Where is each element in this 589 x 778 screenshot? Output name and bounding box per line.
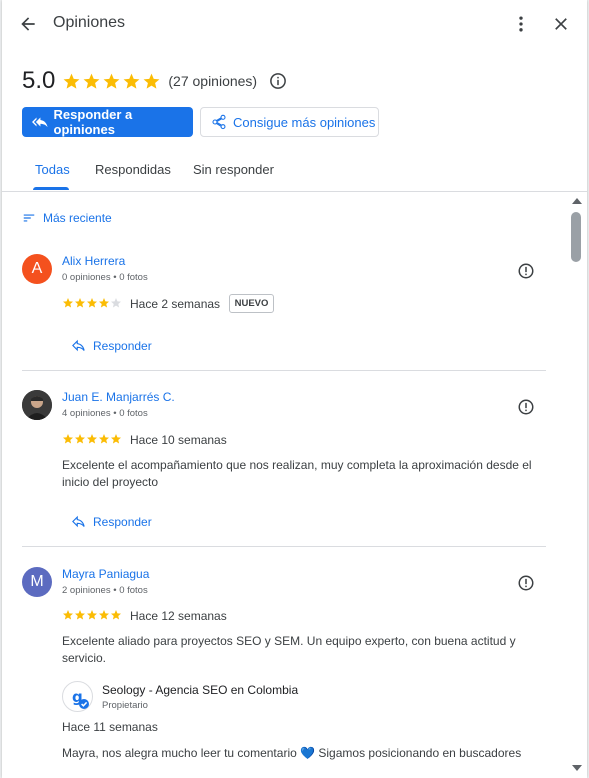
summary-stars [62,72,161,91]
page-title: Opiniones [53,14,126,31]
tab-answered[interactable]: Respondidas [95,162,171,177]
review-date: Hace 12 semanas [130,609,227,623]
star-filled-icon [62,609,74,621]
review-date: Hace 10 semanas [130,433,227,447]
divider [22,546,546,547]
reply-label: Responder [93,514,152,529]
review-tabs: Todas Respondidas Sin responder [2,150,587,192]
close-icon[interactable] [551,14,571,34]
owner-reply-text: Mayra, nos alegra mucho leer tu comentar… [62,746,522,760]
review-text: Excelente aliado para proyectos SEO y SE… [62,634,516,665]
get-more-reviews-button[interactable]: Consigue más opiniones [200,107,379,137]
star-filled-icon [142,72,161,91]
respond-to-reviews-button[interactable]: Responder a opiniones [22,107,193,137]
new-badge: NUEVO [229,294,274,313]
tab-unanswered[interactable]: Sin responder [193,162,274,177]
star-filled-icon [86,433,98,445]
star-filled-icon [98,609,110,621]
star-filled-icon [74,433,86,445]
tab-all[interactable]: Todas [35,162,70,177]
reviewer-meta: 4 opiniones • 0 fotos [62,408,148,419]
star-empty-icon [110,297,122,309]
review-stars [62,609,122,621]
share-icon [212,114,226,130]
scroll-up-icon[interactable] [571,196,583,206]
reviewer-meta: 0 opiniones • 0 fotos [62,272,148,283]
star-filled-icon [74,609,86,621]
review-stars [62,433,122,445]
respond-to-reviews-label: Responder a opiniones [53,107,133,137]
header: Opiniones [2,0,587,48]
review-stars [62,297,122,309]
sort-label: Más reciente [43,211,112,225]
reviewer-meta: 2 opiniones • 0 fotos [62,585,148,596]
flag-icon[interactable] [517,398,535,416]
reviewer-name[interactable]: Juan E. Manjarrés C. [62,390,175,404]
star-filled-icon [98,433,110,445]
reply-icon [72,339,85,352]
reply-icon [72,515,85,528]
review-text: Excelente el acompañamiento que nos real… [62,458,532,489]
star-filled-icon [62,72,81,91]
star-filled-icon [82,72,101,91]
avatar: A [22,254,52,284]
star-filled-icon [110,609,122,621]
reply-button[interactable]: Responder [71,338,152,353]
arrow-back-icon[interactable] [18,14,38,34]
star-filled-icon [74,297,86,309]
review-date: Hace 2 semanas [130,297,221,311]
sort-icon [23,214,35,222]
scrollbar[interactable] [567,192,587,778]
rating-summary: 5.0 (27 opiniones) [22,66,287,96]
info-icon[interactable] [269,72,287,90]
active-tab-indicator [33,187,69,190]
reviewer-name[interactable]: Alix Herrera [62,254,125,268]
reviewer-name[interactable]: Mayra Paniagua [62,567,149,581]
scrollbar-thumb[interactable] [571,212,581,262]
more-vert-icon[interactable] [511,14,531,34]
star-filled-icon [62,433,74,445]
owner-reply-date: Hace 11 semanas [62,720,158,734]
avatar [22,390,52,420]
star-filled-icon [98,297,110,309]
reply-button[interactable]: Responder [71,514,152,529]
star-filled-icon [122,72,141,91]
star-filled-icon [86,609,98,621]
owner-role: Propietario [102,700,148,711]
star-filled-icon [86,297,98,309]
review-count: (27 opiniones) [168,73,258,89]
star-filled-icon [62,297,74,309]
sort-selector[interactable]: Más reciente [22,211,112,225]
avatar: M [22,567,52,597]
owner-name: Seology - Agencia SEO en Colombia [102,683,299,697]
flag-icon[interactable] [517,574,535,592]
reply-label: Responder [93,338,152,353]
average-score: 5.0 [22,67,56,94]
star-filled-icon [102,72,121,91]
divider [22,370,546,371]
star-filled-icon [110,433,122,445]
owner-logo: g [62,681,93,712]
get-more-reviews-label: Consigue más opiniones [233,114,376,130]
scroll-down-icon[interactable] [571,763,583,773]
reply-all-icon [32,117,48,128]
reviews-panel: Opiniones 5.0 (27 opiniones) Responder a… [2,0,587,778]
flag-icon[interactable] [517,262,535,280]
